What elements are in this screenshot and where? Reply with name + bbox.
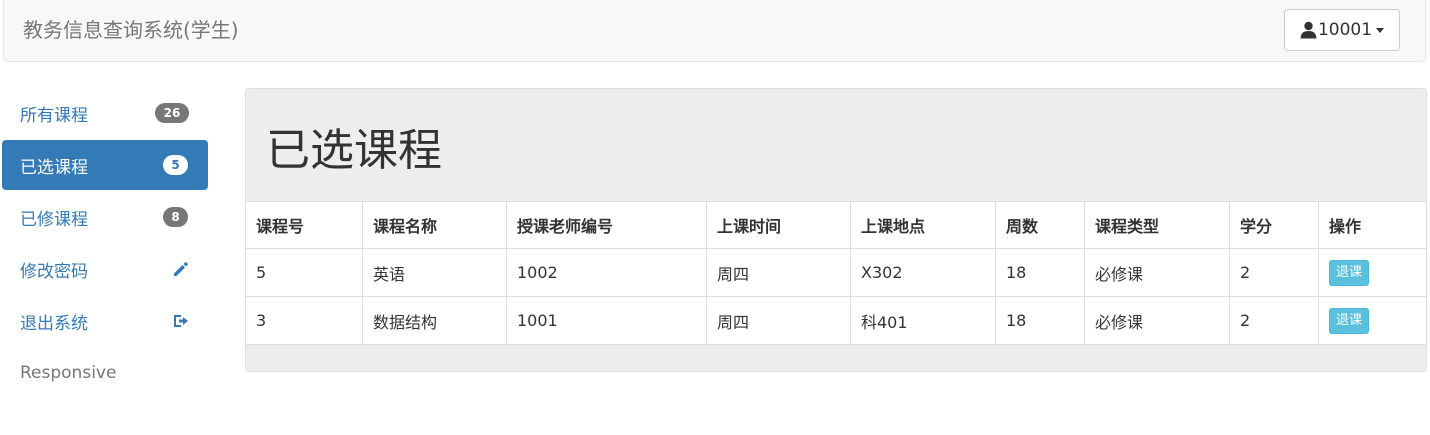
logout-icon — [174, 315, 188, 327]
class-location-cell: 科401 — [850, 296, 996, 345]
sidebar-item-label: 退出系统 — [20, 313, 88, 334]
course-name-cell: 英语 — [362, 248, 507, 297]
course-name-cell: 数据结构 — [362, 296, 507, 345]
page-title: 已选课程 — [266, 125, 442, 176]
credits-cell: 2 — [1229, 248, 1319, 297]
username: 10001 — [1317, 20, 1373, 40]
course-type-cell: 必修课 — [1084, 248, 1230, 297]
column-header: 课程号 — [246, 201, 363, 249]
teacher-id-cell: 1002 — [506, 248, 707, 297]
user-menu-button[interactable]: 10001 — [1284, 9, 1400, 51]
sidebar-footer-text: Responsive — [20, 363, 117, 383]
course-type-cell: 必修课 — [1084, 296, 1230, 345]
column-header: 学分 — [1229, 201, 1319, 249]
sidebar-item-label: 已修课程 — [20, 209, 88, 230]
count-badge: 8 — [163, 207, 188, 227]
pencil-icon — [174, 262, 188, 276]
count-badge: 5 — [163, 155, 188, 175]
course-id-cell: 5 — [246, 248, 363, 297]
sidebar-item-label: 所有课程 — [20, 105, 88, 126]
selected-courses-table: 课程号 课程名称 授课老师编号 上课时间 上课地点 周数 课程类型 学分 操作 … — [246, 201, 1426, 345]
sidebar-item-change-password[interactable]: 修改密码 — [2, 244, 208, 294]
credits-cell: 2 — [1229, 296, 1319, 345]
drop-course-button[interactable]: 退课 — [1329, 259, 1370, 286]
column-header: 操作 — [1318, 201, 1426, 249]
action-cell: 退课 — [1318, 248, 1426, 297]
table-header-row: 课程号 课程名称 授课老师编号 上课时间 上课地点 周数 课程类型 学分 操作 — [246, 201, 1426, 249]
teacher-id-cell: 1001 — [506, 296, 707, 345]
app-title[interactable]: 教务信息查询系统(学生) — [23, 17, 239, 43]
sidebar-item-selected-courses[interactable]: 已选课程 5 — [2, 140, 208, 190]
class-time-cell: 周四 — [706, 296, 851, 345]
drop-course-button[interactable]: 退课 — [1329, 307, 1370, 334]
user-icon — [1300, 21, 1317, 39]
main-panel: 已选课程 课程号 课程名称 授课老师编号 上课时间 上课地点 周数 课程类型 学… — [245, 88, 1427, 372]
count-badge: 26 — [155, 103, 189, 123]
column-header: 上课时间 — [706, 201, 851, 249]
course-id-cell: 3 — [246, 296, 363, 345]
sidebar: 所有课程 26 已选课程 5 已修课程 8 修改密码 退出系统 Responsi… — [2, 88, 208, 398]
weeks-cell: 18 — [995, 248, 1085, 297]
top-navbar: 教务信息查询系统(学生) 10001 — [3, 0, 1426, 62]
sidebar-item-completed-courses[interactable]: 已修课程 8 — [2, 192, 208, 242]
class-time-cell: 周四 — [706, 248, 851, 297]
column-header: 上课地点 — [850, 201, 996, 249]
column-header: 周数 — [995, 201, 1085, 249]
sidebar-item-label: 已选课程 — [20, 157, 88, 178]
weeks-cell: 18 — [995, 296, 1085, 345]
column-header: 课程名称 — [362, 201, 507, 249]
column-header: 课程类型 — [1084, 201, 1230, 249]
sidebar-item-label: 修改密码 — [20, 261, 88, 282]
sidebar-item-logout[interactable]: 退出系统 — [2, 296, 208, 346]
action-cell: 退课 — [1318, 296, 1426, 345]
sidebar-item-all-courses[interactable]: 所有课程 26 — [2, 88, 208, 138]
chevron-down-icon — [1376, 27, 1385, 33]
table-row: 5 英语 1002 周四 X302 18 必修课 2 退课 — [246, 248, 1426, 297]
column-header: 授课老师编号 — [506, 201, 707, 249]
class-location-cell: X302 — [850, 248, 996, 297]
table-row: 3 数据结构 1001 周四 科401 18 必修课 2 退课 — [246, 296, 1426, 345]
